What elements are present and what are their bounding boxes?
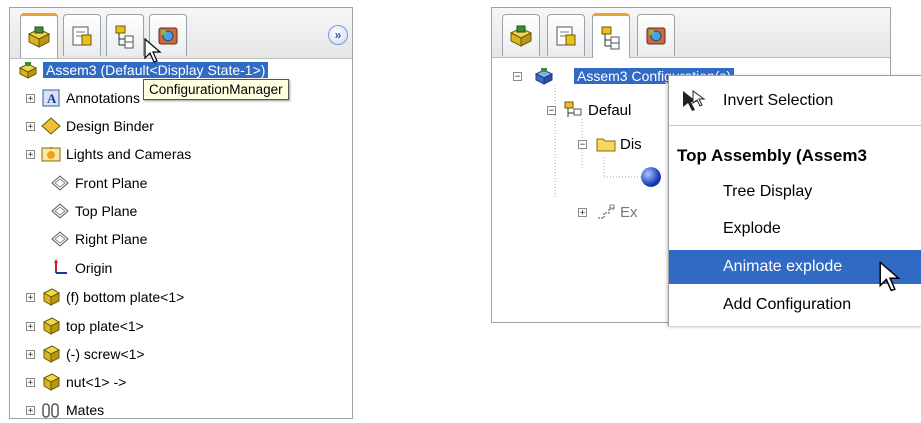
annotations-icon: A [41, 88, 61, 108]
part-icon [41, 287, 61, 307]
collapse-minus-icon[interactable]: − [578, 140, 587, 150]
part-icon [41, 344, 61, 364]
tree-item-label: (f) bottom plate<1> [66, 289, 185, 305]
feature-manager-tab[interactable] [20, 13, 58, 58]
double-chevron-icon: » [334, 28, 342, 42]
configuration-manager-icon [115, 25, 134, 48]
tree-display-menu-item[interactable]: Tree Display [669, 175, 921, 209]
tree-item-label: Right Plane [75, 231, 148, 247]
origin-icon [50, 258, 70, 278]
assembly-icon [27, 26, 51, 48]
plane-icon [50, 229, 70, 249]
tree-item-label: top plate<1> [66, 318, 144, 334]
tree-item-label: Dis [620, 135, 642, 153]
tree-item-label: Lights and Cameras [66, 146, 192, 162]
plane-icon [50, 201, 70, 221]
collapse-minus-icon[interactable]: − [547, 106, 556, 116]
assembly-root-label[interactable]: Assem3 (Default<Display State-1>) [43, 62, 269, 78]
property-manager-icon [556, 26, 576, 45]
mouse-cursor-icon [879, 261, 901, 292]
mouse-cursor-icon [144, 38, 162, 63]
part-icon [41, 316, 61, 336]
tree-item-label: Design Binder [66, 118, 154, 134]
configuration-manager-tab[interactable] [592, 13, 630, 58]
context-menu-header: Top Assembly (Assem3 [677, 146, 867, 165]
feature-manager-panel: » Assem3 (Default<Display State-1>) + A … [9, 7, 353, 419]
tree-item-label: Top Plane [75, 203, 138, 219]
mates-icon [41, 400, 61, 418]
part-icon [41, 372, 61, 392]
tree-item-label: nut<1> -> [66, 374, 127, 390]
tree-item-label: Defaul [588, 101, 632, 119]
display-state-icon [640, 166, 662, 188]
tree-item-label: Mates [66, 402, 105, 418]
design-binder-icon [41, 116, 61, 136]
invert-selection-menu-item[interactable]: Invert Selection [669, 84, 921, 118]
explode-icon [596, 202, 616, 222]
expand-plus-icon[interactable]: + [26, 378, 35, 388]
expand-panel-button[interactable]: » [328, 25, 348, 45]
tree-item-label: (-) screw<1> [66, 346, 145, 362]
expand-plus-icon[interactable]: + [578, 208, 587, 218]
configuration-manager-tab[interactable] [106, 14, 144, 56]
feature-manager-tab[interactable] [502, 14, 540, 56]
assembly-icon [18, 60, 38, 80]
expand-plus-icon[interactable]: + [26, 150, 35, 160]
tree-item-label: Annotations [66, 90, 140, 106]
expand-plus-icon[interactable]: + [26, 293, 35, 303]
expand-plus-icon[interactable]: + [26, 94, 35, 104]
expand-plus-icon[interactable]: + [26, 122, 35, 132]
expand-plus-icon[interactable]: + [26, 350, 35, 360]
lights-cameras-icon [41, 144, 61, 164]
explode-menu-item[interactable]: Explode [669, 212, 921, 246]
tree-item-label: Ex [620, 203, 638, 221]
tree-item-label: Front Plane [75, 175, 148, 191]
property-manager-tab[interactable] [63, 14, 101, 56]
add-configuration-menu-item[interactable]: Add Configuration [669, 288, 921, 322]
invert-selection-icon [683, 90, 706, 111]
property-manager-tab[interactable] [547, 14, 585, 56]
display-manager-tab[interactable] [637, 14, 675, 56]
manager-tab-bar: » [10, 8, 352, 59]
feature-tree: Assem3 (Default<Display State-1>) + A An… [10, 58, 352, 418]
configuration-manager-icon [601, 26, 620, 50]
svg-text:A: A [47, 91, 57, 106]
expand-plus-icon[interactable]: + [26, 406, 35, 416]
display-manager-icon [646, 27, 666, 44]
plane-icon [50, 173, 70, 193]
collapse-minus-icon[interactable]: − [513, 72, 522, 82]
configuration-manager-tooltip: ConfigurationManager [143, 79, 289, 100]
menu-separator [669, 125, 921, 126]
configuration-icon [564, 100, 584, 120]
assembly-icon [509, 25, 533, 47]
expand-plus-icon[interactable]: + [26, 322, 35, 332]
manager-tab-bar [492, 8, 890, 58]
assembly-icon [534, 66, 554, 86]
property-manager-icon [72, 26, 92, 45]
tree-item-label: Origin [75, 260, 113, 276]
folder-icon [596, 134, 616, 154]
